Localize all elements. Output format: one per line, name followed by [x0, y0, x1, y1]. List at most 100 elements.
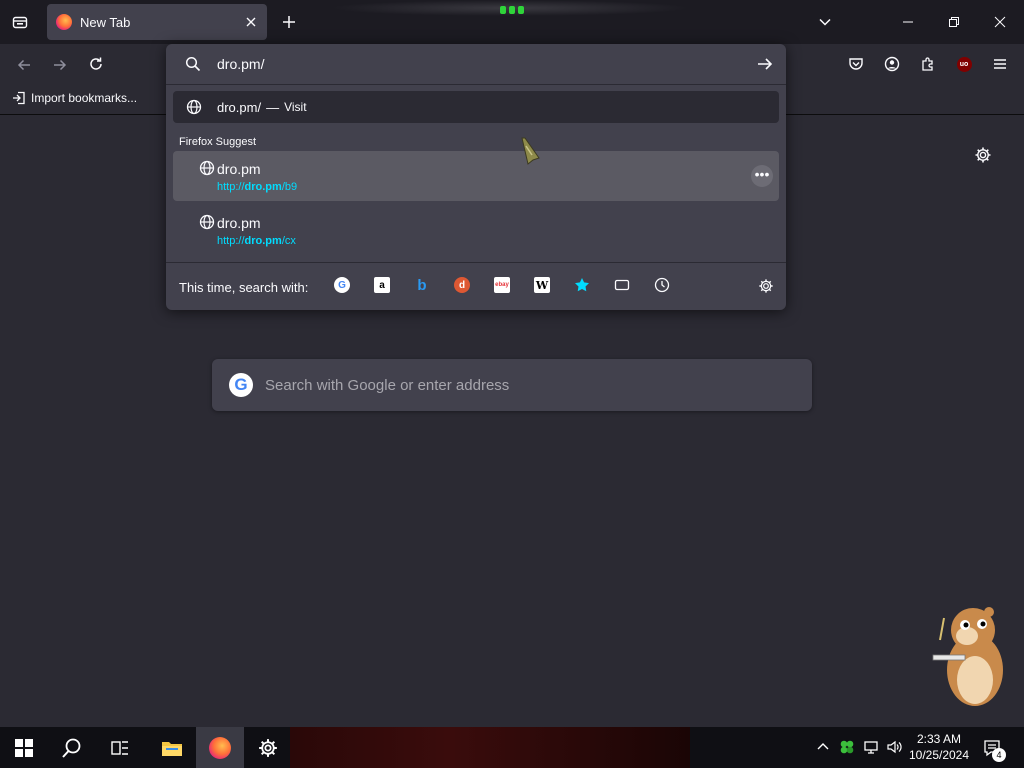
- wallpaper-strip: [290, 727, 690, 768]
- search-with-bar: This time, search with: G a b d ebay W: [166, 262, 786, 311]
- firefox-view-button[interactable]: [10, 12, 30, 32]
- gear-icon: [759, 279, 773, 293]
- theme-decoration-green: [497, 6, 527, 16]
- visit-separator: —: [266, 99, 280, 115]
- speaker-icon: [887, 740, 902, 754]
- new-tab-button[interactable]: [279, 12, 299, 32]
- url-input[interactable]: dro.pm/: [166, 44, 786, 85]
- wikipedia-icon[interactable]: W: [534, 277, 550, 293]
- restore-button[interactable]: [944, 12, 964, 32]
- minimize-button[interactable]: [898, 12, 918, 32]
- account-icon: [884, 56, 900, 72]
- tray-app-button[interactable]: [838, 738, 856, 756]
- search-with-label: This time, search with:: [179, 279, 309, 295]
- tab-close-button[interactable]: [243, 14, 259, 30]
- go-button[interactable]: [756, 55, 774, 73]
- chevron-up-icon: [817, 743, 829, 750]
- suggestion-title: dro.pm: [217, 161, 261, 177]
- tab-rectangle-icon: [614, 279, 630, 291]
- clock-icon: [654, 277, 670, 293]
- close-window-button[interactable]: [990, 12, 1010, 32]
- volume-button[interactable]: [885, 738, 903, 756]
- gear-icon: [259, 738, 277, 757]
- bing-icon[interactable]: b: [414, 277, 430, 294]
- import-icon: [13, 91, 25, 105]
- clock-button[interactable]: 2:33 AM 10/25/2024: [906, 731, 972, 763]
- arrow-right-icon: [758, 58, 773, 70]
- search-icon: [185, 56, 201, 72]
- newtab-search-placeholder: Search with Google or enter address: [265, 376, 510, 394]
- account-button[interactable]: [882, 54, 902, 74]
- pocket-button[interactable]: [846, 54, 866, 74]
- hamburger-menu-icon: [994, 59, 1006, 69]
- search-icon: [62, 738, 81, 758]
- task-view-button[interactable]: [96, 727, 144, 768]
- windows-logo-icon: [15, 738, 33, 757]
- tab-title: New Tab: [80, 14, 131, 30]
- app-menu-button[interactable]: [990, 54, 1010, 74]
- visit-result-row[interactable]: dro.pm/ — Visit: [173, 91, 779, 123]
- tabs-icon[interactable]: [614, 277, 630, 293]
- show-hidden-icons-button[interactable]: [815, 739, 831, 755]
- back-arrow-icon: [17, 59, 30, 71]
- ebay-icon[interactable]: ebay: [494, 277, 510, 293]
- ublock-button[interactable]: uo: [954, 54, 974, 74]
- mouse-cursor-icon: [518, 136, 544, 171]
- suggestion-title: dro.pm: [217, 215, 261, 231]
- clock-date: 10/25/2024: [908, 748, 970, 762]
- urlbar-panel: dro.pm/ dro.pm/ — Visit Firefox Suggest …: [166, 44, 786, 310]
- star-icon: [575, 278, 589, 292]
- firefox-icon: [56, 14, 72, 30]
- firefox-taskbar-button[interactable]: [196, 727, 244, 768]
- google-icon: G: [229, 373, 253, 397]
- newtab-search-box[interactable]: G Search with Google or enter address: [212, 359, 812, 411]
- pocket-icon: [849, 58, 863, 70]
- chevron-down-icon: [819, 18, 831, 26]
- search-settings-button[interactable]: [758, 278, 774, 294]
- firefox-suggest-heading: Firefox Suggest: [179, 136, 257, 148]
- suggestion-row[interactable]: dro.pm http://dro.pm/b9 •••: [173, 151, 779, 201]
- import-bookmarks-button[interactable]: Import bookmarks...: [12, 91, 137, 105]
- url-text: dro.pm/: [217, 56, 265, 72]
- title-bar: New Tab: [0, 0, 1024, 44]
- history-icon[interactable]: [654, 277, 670, 293]
- ublock-icon: uo: [956, 56, 972, 72]
- globe-icon: [199, 160, 215, 176]
- import-bookmarks-label: Import bookmarks...: [31, 91, 138, 105]
- extensions-button[interactable]: [918, 54, 938, 74]
- reload-icon: [90, 57, 102, 70]
- close-icon: [994, 16, 1006, 28]
- result-menu-button[interactable]: •••: [751, 165, 773, 187]
- reload-button[interactable]: [86, 54, 106, 74]
- newtab-customize-button[interactable]: [973, 145, 993, 165]
- start-button[interactable]: [0, 727, 48, 768]
- plus-icon: [283, 16, 295, 28]
- more-options-icon: •••: [754, 166, 770, 182]
- forward-button[interactable]: [50, 55, 70, 75]
- google-icon[interactable]: G: [334, 277, 350, 293]
- search-taskbar-button[interactable]: [48, 727, 96, 768]
- search-engine-list: G a b d ebay W: [334, 277, 670, 294]
- amazon-icon[interactable]: a: [374, 277, 390, 293]
- windows-taskbar: 2:33 AM 10/25/2024: [0, 727, 1024, 768]
- folder-icon: [162, 741, 182, 756]
- gear-icon: [975, 147, 991, 163]
- file-explorer-button[interactable]: [148, 727, 196, 768]
- suggestion-url: http://dro.pm/cx: [217, 235, 296, 247]
- network-button[interactable]: [862, 738, 880, 756]
- tab-new-tab[interactable]: New Tab: [47, 4, 267, 40]
- bookmarks-star-icon[interactable]: [574, 277, 590, 293]
- forward-arrow-icon: [54, 59, 67, 71]
- visit-url: dro.pm/: [217, 99, 262, 115]
- duckduckgo-icon[interactable]: d: [454, 277, 470, 293]
- restore-icon: [949, 17, 959, 27]
- list-all-tabs-button[interactable]: [815, 12, 835, 32]
- suggestion-row[interactable]: dro.pm http://dro.pm/cx: [173, 205, 779, 255]
- clover-icon: [840, 740, 854, 754]
- firefox-view-icon: [12, 16, 28, 29]
- visit-label: Visit: [284, 100, 307, 114]
- network-icon: [864, 741, 878, 754]
- back-button[interactable]: [14, 55, 34, 75]
- globe-icon: [186, 99, 202, 115]
- settings-taskbar-button[interactable]: [244, 727, 292, 768]
